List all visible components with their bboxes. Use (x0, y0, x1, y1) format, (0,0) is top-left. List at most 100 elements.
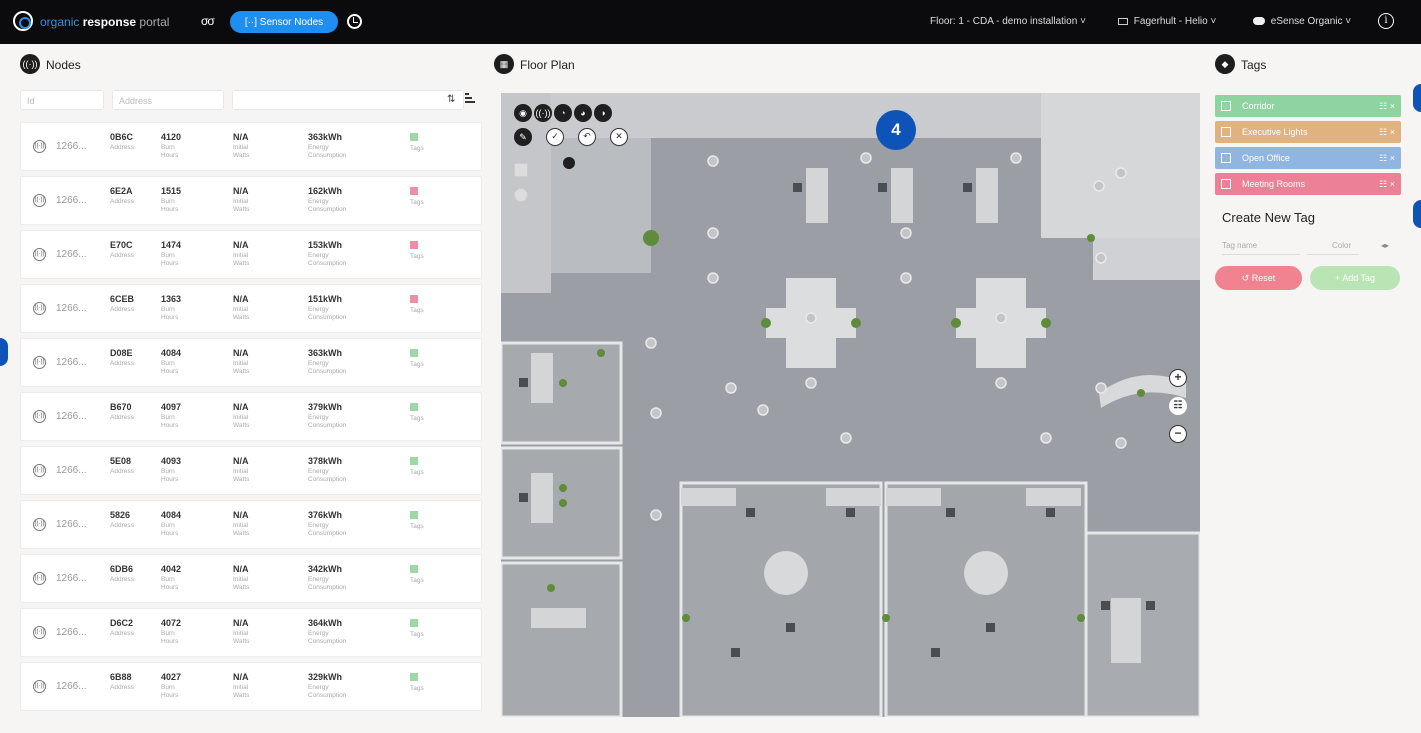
undo-icon[interactable]: ↶ (578, 128, 596, 146)
eye-icon[interactable]: ◉ (514, 104, 532, 122)
tag-checkbox[interactable] (1221, 153, 1231, 163)
brand-selector[interactable]: Fagerhult - Helio ˅ (1118, 16, 1216, 27)
tag-color-input[interactable]: Color (1307, 237, 1359, 255)
add-tag-button[interactable]: + Add Tag (1310, 266, 1400, 290)
node-row[interactable]: ((·)) 1266... 6B88 Address 4027 Burn Hours N/A… (20, 662, 482, 711)
node-energy: 376kWh Energy Consumption (308, 510, 368, 538)
cancel-icon[interactable]: ✕ (610, 128, 628, 146)
energy-value: 376kWh (308, 510, 343, 520)
tag-checkbox[interactable] (1221, 179, 1231, 189)
reset-button[interactable]: ↺ Reset (1215, 266, 1302, 290)
energy-value: 329kWh (308, 672, 343, 682)
node-initial-watts: N/A Initial Watts (233, 618, 263, 646)
node-row[interactable]: ((·)) 1266... 6DB6 Address 4042 Burn Hours N/A… (20, 554, 482, 603)
node-id: 1266... (56, 411, 87, 422)
initial-watts-value: N/A (233, 564, 249, 574)
node-id: 1266... (56, 519, 87, 530)
node-id: 1266... (56, 573, 87, 584)
select-area-icon[interactable] (514, 163, 528, 177)
tag-item[interactable]: Open Office ☷ × (1215, 147, 1401, 169)
tag-actions[interactable]: ☷ × (1379, 153, 1395, 164)
burn-hours-label: Burn Hours (161, 684, 179, 699)
burn-hours-value: 4093 (161, 456, 182, 466)
initial-watts-label: Initial Watts (233, 198, 250, 213)
floor-plan-map (501, 93, 1200, 717)
check-icon[interactable]: ✓ (546, 128, 564, 146)
clock-icon[interactable] (347, 14, 362, 29)
energy-label: Energy Consumption (308, 306, 347, 321)
address-filter-input[interactable]: Address (112, 90, 224, 110)
tag-color-swatch (410, 133, 418, 141)
tag-name-input[interactable]: Tag name (1222, 237, 1300, 255)
sensor-settings-icon[interactable]: ◔ (554, 104, 572, 122)
sensor-node-icon: ((·)) (33, 572, 46, 585)
energy-value: 151kWh (308, 294, 343, 304)
sensor-nodes-button[interactable]: [··] Sensor Nodes (230, 11, 338, 33)
node-row[interactable]: ((·)) 1266... D6C2 Address 4072 Burn Hours N/A… (20, 608, 482, 657)
node-id: 1266... (56, 249, 87, 260)
zoom-in-icon[interactable]: + (1169, 369, 1187, 387)
node-row[interactable]: ((·)) 1266... 5826 Address 4084 Burn Hours N/A… (20, 500, 482, 549)
tags-label: Tags (410, 685, 424, 692)
tag-actions[interactable]: ☷ × (1379, 127, 1395, 138)
node-initial-watts: N/A Initial Watts (233, 240, 263, 268)
sensor-add-icon[interactable]: ◕ (574, 104, 592, 122)
initial-watts-label: Initial Watts (233, 684, 250, 699)
tag-name: Corridor (1242, 101, 1275, 111)
tag-color-swatch (410, 241, 418, 249)
node-row[interactable]: ((·)) 1266... 5E08 Address 4093 Burn Hours N/A… (20, 446, 482, 495)
tag-checkbox[interactable] (1221, 101, 1231, 111)
tag-item[interactable]: Corridor ☷ × (1215, 95, 1401, 117)
sensor-icon[interactable]: ((·)) (534, 104, 552, 122)
floor-selector[interactable]: Floor: 1 - CDA - demo installation ˅ (930, 16, 1086, 27)
tag-checkbox[interactable] (1221, 127, 1231, 137)
node-row[interactable]: ((·)) 1266... B670 Address 4097 Burn Hours N/A… (20, 392, 482, 441)
sort-toggle-icon[interactable]: ⇅ (447, 94, 455, 105)
tag-actions[interactable]: ☷ × (1379, 101, 1395, 112)
node-address: E70C Address (110, 240, 134, 260)
floor-plan-canvas[interactable] (501, 93, 1200, 717)
node-energy: 162kWh Energy Consumption (308, 186, 368, 214)
tag-item[interactable]: Executive Lights ☷ × (1215, 121, 1401, 143)
burn-hours-label: Burn Hours (161, 360, 179, 375)
node-address: 6E2A Address (110, 186, 134, 206)
tag-actions[interactable]: ☷ × (1379, 179, 1395, 190)
sensor-node-icon: ((·)) (33, 140, 46, 153)
node-row[interactable]: ((·)) 1266... 0B6C Address 4120 Burn Hours N/A… (20, 122, 482, 171)
initial-watts-value: N/A (233, 618, 249, 628)
sort-order-icon[interactable] (465, 93, 475, 105)
edit-icon[interactable]: ✎ (514, 128, 532, 146)
tag-item[interactable]: Meeting Rooms ☷ × (1215, 173, 1401, 195)
info-icon[interactable]: i (1378, 13, 1394, 29)
product-selector[interactable]: eSense Organic ˅ (1253, 16, 1351, 27)
node-row[interactable]: ((·)) 1266... 6E2A Address 1515 Burn Hours N/A… (20, 176, 482, 225)
zoom-fit-icon[interactable]: ☷ (1169, 397, 1187, 415)
tag-color-swatch (410, 619, 418, 627)
tags-label: Tags (410, 631, 424, 638)
burn-hours-value: 4084 (161, 348, 182, 358)
layer-icon[interactable] (514, 188, 528, 202)
node-id: 1266... (56, 357, 87, 368)
node-row[interactable]: ((·)) 1266... 6CEB Address 1363 Burn Hours N/A… (20, 284, 482, 333)
tag-name: Executive Lights (1242, 127, 1308, 137)
color-picker-icon[interactable]: ◂▸ (1381, 241, 1389, 250)
zoom-out-icon[interactable]: − (1169, 425, 1187, 443)
address-label: Address (110, 360, 134, 367)
address-label: Address (110, 684, 134, 691)
tag-color-swatch (410, 187, 418, 195)
address-label: Address (110, 576, 134, 583)
extra-filter-input[interactable] (232, 90, 464, 110)
sensor-remove-icon[interactable]: ◑ (594, 104, 612, 122)
tag-name: Open Office (1242, 153, 1290, 163)
id-filter-input[interactable]: Id (20, 90, 104, 110)
logo-icon[interactable] (13, 11, 33, 31)
energy-value: 363kWh (308, 348, 343, 358)
node-tags: Tags (410, 133, 424, 152)
node-row[interactable]: ((·)) 1266... D08E Address 4084 Burn Hours N/A… (20, 338, 482, 387)
glasses-icon[interactable]: σσ (201, 14, 215, 28)
initial-watts-label: Initial Watts (233, 522, 250, 537)
node-row[interactable]: ((·)) 1266... E70C Address 1474 Burn Hours N/A… (20, 230, 482, 279)
node-initial-watts: N/A Initial Watts (233, 294, 263, 322)
small-dot-icon[interactable] (563, 157, 575, 169)
cloud-icon (1253, 17, 1265, 26)
